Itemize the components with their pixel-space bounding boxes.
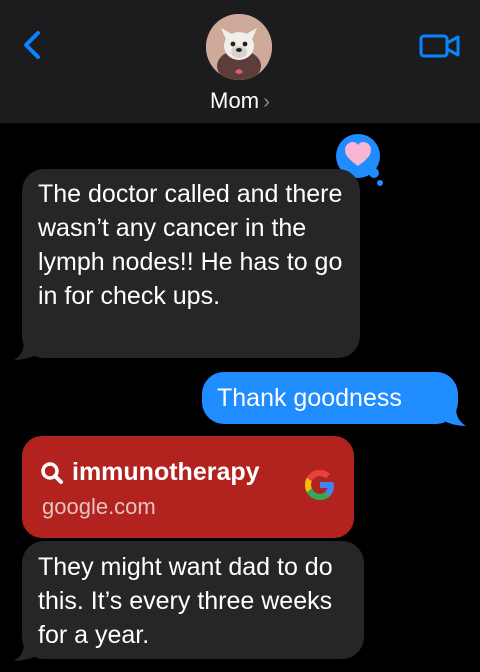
contact-avatar[interactable]	[206, 14, 272, 80]
google-logo-icon	[305, 470, 334, 500]
chevron-right-icon: ›	[263, 91, 270, 113]
incoming-message-bubble[interactable]: The doctor called and there wasn’t any c…	[22, 169, 360, 358]
search-icon	[41, 461, 63, 484]
message-text: They might want dad to do this. It’s eve…	[38, 553, 333, 649]
contact-name-label: Mom	[210, 88, 260, 113]
bubble-tail	[14, 643, 34, 661]
link-title: immunotherapy	[40, 458, 260, 487]
message-text: The doctor called and there wasn’t any c…	[38, 180, 343, 310]
incoming-message-bubble[interactable]: They might want dad to do this. It’s eve…	[22, 541, 364, 659]
contact-name[interactable]: Mom ›	[0, 88, 480, 114]
back-chevron-icon[interactable]	[16, 28, 50, 62]
message-text: Thank goodness	[217, 384, 402, 412]
bubble-tail	[446, 408, 466, 426]
conversation-header: Mom ›	[0, 0, 480, 123]
outgoing-message-bubble[interactable]: Thank goodness	[202, 372, 458, 424]
bubble-tail	[14, 342, 34, 360]
dog-avatar-image	[206, 14, 272, 80]
link-title-text: immunotherapy	[72, 458, 260, 486]
link-domain: google.com	[42, 494, 156, 519]
video-call-icon[interactable]	[418, 32, 462, 60]
